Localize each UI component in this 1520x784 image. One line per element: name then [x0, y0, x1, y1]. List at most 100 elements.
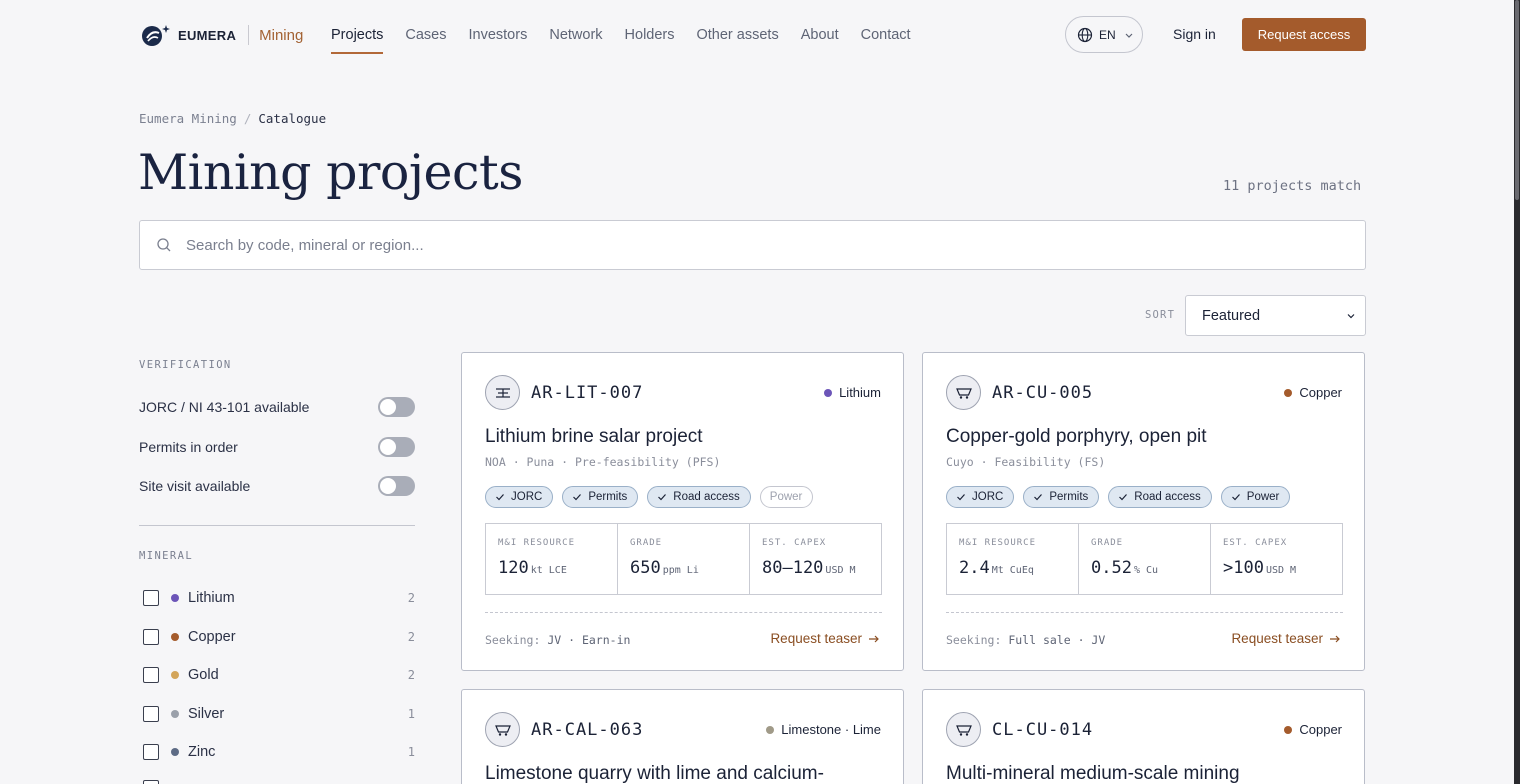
scrollbar-thumb[interactable] [1515, 0, 1519, 200]
project-card[interactable]: AR-LIT-007 Lithium Lithium brine salar p… [461, 352, 904, 671]
project-code: CL-CU-014 [992, 720, 1094, 740]
mineral-label: Gold [188, 667, 219, 683]
mineral-color-dot [1284, 725, 1293, 734]
stat-grade: GRADE 650 ppm Li [618, 524, 750, 594]
mineral-count: 1 [407, 707, 415, 721]
breadcrumb-root[interactable]: Eumera Mining [139, 111, 237, 126]
top-header: EUMERA Mining Projects Cases Investors N… [0, 0, 1514, 70]
mineral-filter-more[interactable] [143, 778, 415, 784]
mineral-filter-copper[interactable]: Copper 2 [143, 627, 415, 647]
project-title[interactable]: Copper-gold porphyry, open pit [946, 426, 1207, 448]
request-access-button[interactable]: Request access [1242, 18, 1366, 51]
stat-value: 0.52 [1091, 558, 1132, 578]
mineral-badge: Limestone · Lime [766, 722, 881, 737]
search-icon [157, 238, 171, 252]
tag-jorc: JORC [485, 486, 554, 508]
main-nav: Projects Cases Investors Network Holders… [331, 0, 933, 70]
project-code: AR-LIT-007 [531, 383, 644, 403]
mineral-name: Limestone · Lime [781, 722, 881, 737]
toggle-knob [380, 439, 396, 455]
stat-unit: % Cu [1133, 565, 1159, 576]
project-title[interactable]: Lithium brine salar project [485, 426, 703, 448]
mineral-filter-lithium[interactable]: Lithium 2 [143, 588, 415, 608]
stat-unit: USD M [1265, 565, 1297, 576]
tag-road-access: Road access [647, 486, 751, 508]
mineral-heading: MINERAL [139, 550, 194, 562]
mineral-filter-silver[interactable]: Silver 1 [143, 704, 415, 724]
checkbox[interactable] [143, 780, 159, 784]
tag-power: Power [759, 486, 814, 508]
page-scrollbar[interactable] [1514, 0, 1520, 784]
toggle-label: JORC / NI 43-101 available [139, 399, 310, 415]
checkbox[interactable] [143, 706, 159, 722]
stat-resource: M&I RESOURCE 2.4 Mt CuEq [947, 524, 1079, 594]
nav-holders[interactable]: Holders [625, 0, 675, 70]
check-icon [1119, 494, 1128, 501]
brine-pool-icon [485, 375, 520, 410]
tag-label: JORC [972, 491, 1004, 503]
project-card[interactable]: AR-CU-005 Copper Copper-gold porphyry, o… [922, 352, 1365, 671]
tag-label: Road access [1134, 491, 1201, 503]
mineral-name: Copper [1299, 385, 1342, 400]
checkbox[interactable] [143, 744, 159, 760]
breadcrumb-separator: / [243, 111, 252, 126]
language-selector[interactable]: EN [1065, 16, 1143, 53]
mineral-label: Copper [188, 629, 236, 645]
sort-select[interactable]: Featured [1185, 295, 1366, 336]
stat-label: EST. CAPEX [1223, 538, 1288, 548]
project-title[interactable]: Limestone quarry with lime and calcium- [485, 763, 824, 784]
nav-contact[interactable]: Contact [861, 0, 911, 70]
request-teaser-link[interactable]: Request teaser [770, 631, 880, 646]
match-count: 11 projects match [1223, 178, 1362, 194]
project-card[interactable]: CL-CU-014 Copper Multi-mineral medium-sc… [922, 689, 1365, 784]
checkbox[interactable] [143, 590, 159, 606]
mineral-filter-zinc[interactable]: Zinc 1 [143, 742, 415, 762]
nav-investors[interactable]: Investors [469, 0, 528, 70]
search-box[interactable] [139, 220, 1366, 270]
brand-logo[interactable]: EUMERA Mining [140, 20, 303, 50]
toggle-row-permits: Permits in order [139, 435, 415, 459]
stat-unit: ppm Li [662, 565, 699, 576]
mine-cart-icon [946, 712, 981, 747]
stat-label: GRADE [1091, 538, 1124, 548]
site-visit-toggle[interactable] [378, 476, 415, 496]
checkbox[interactable] [143, 629, 159, 645]
chevron-down-icon [1125, 33, 1133, 38]
toggle-knob [380, 478, 396, 494]
stat-value: 80–120 [762, 558, 824, 578]
toggle-label: Site visit available [139, 478, 251, 494]
card-divider [946, 612, 1343, 613]
breadcrumb: Eumera Mining / Catalogue [139, 111, 326, 126]
sign-in-link[interactable]: Sign in [1173, 26, 1216, 42]
mineral-name: Lithium [839, 385, 881, 400]
mineral-color-dot [824, 388, 833, 397]
project-meta: Cuyo · Feasibility (FS) [946, 455, 1106, 469]
nav-other-assets[interactable]: Other assets [697, 0, 779, 70]
jorc-toggle[interactable] [378, 397, 415, 417]
nav-about[interactable]: About [801, 0, 839, 70]
mineral-filter-gold[interactable]: Gold 2 [143, 665, 415, 685]
tag-label: Power [769, 491, 803, 503]
seeking-value: Full sale · JV [1008, 633, 1106, 647]
tag-road-access: Road access [1108, 486, 1212, 508]
mineral-label: Zinc [188, 744, 216, 760]
project-card[interactable]: AR-CAL-063 Limestone · Lime Limestone qu… [461, 689, 904, 784]
request-teaser-link[interactable]: Request teaser [1231, 631, 1341, 646]
nav-network[interactable]: Network [549, 0, 602, 70]
seeking-info: Seeking: Full sale · JV [946, 633, 1105, 647]
checkbox[interactable] [143, 667, 159, 683]
mine-cart-icon [485, 712, 520, 747]
project-title[interactable]: Multi-mineral medium-scale mining [946, 763, 1240, 784]
nav-cases[interactable]: Cases [405, 0, 446, 70]
check-icon [496, 494, 504, 501]
brand-divider [248, 25, 250, 45]
stat-grade: GRADE 0.52% Cu [1079, 524, 1211, 594]
nav-projects[interactable]: Projects [331, 0, 384, 70]
seeking-label: Seeking: [946, 633, 1002, 647]
breadcrumb-current: Catalogue [258, 111, 327, 126]
sidebar-divider [139, 525, 415, 526]
search-input[interactable] [186, 236, 1186, 254]
sort-label: SORT [1145, 309, 1176, 321]
permits-toggle[interactable] [378, 437, 415, 457]
mineral-badge: Lithium [824, 385, 881, 400]
